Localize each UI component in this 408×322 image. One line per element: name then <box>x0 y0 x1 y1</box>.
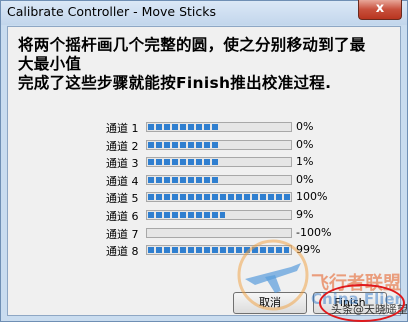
channel-progress-bar <box>146 192 292 202</box>
channel-progress-fill <box>148 159 219 165</box>
calibrate-window: Calibrate Controller - Move Sticks x 将两个… <box>0 0 408 322</box>
channel-row: 通道 6 9% <box>8 208 400 224</box>
channel-row: 通道 8 99% <box>8 243 400 259</box>
channel-row: 通道 4 0% <box>8 173 400 189</box>
channel-row: 通道 5 100% <box>8 190 400 206</box>
channel-percent: 100% <box>296 190 328 203</box>
channel-progress-bar <box>146 122 292 132</box>
title-bar[interactable]: Calibrate Controller - Move Sticks x <box>1 0 407 25</box>
close-icon: x <box>375 1 385 16</box>
channel-progress-bar <box>146 140 292 150</box>
channel-row: 通道 3 1% <box>8 155 400 171</box>
finish-highlight-circle <box>319 284 405 322</box>
channel-progress-bar <box>146 157 292 167</box>
watermark-plane-logo-icon <box>237 239 309 311</box>
channel-percent: 0% <box>296 138 314 151</box>
channel-progress-bar <box>146 175 292 185</box>
channel-progress-fill <box>148 177 218 183</box>
channel-progress-fill <box>148 124 218 130</box>
channel-progress-bar <box>146 210 292 220</box>
channel-percent: 1% <box>296 155 314 168</box>
channel-percent: 9% <box>296 208 314 221</box>
instruction-line-3: 完成了这些步骤就能按Finish推出校准过程. <box>18 74 332 92</box>
channel-progress-fill <box>148 142 218 148</box>
close-button[interactable]: x <box>358 0 402 20</box>
channel-percent: 0% <box>296 120 314 133</box>
channel-percent: 0% <box>296 173 314 186</box>
channel-row: 通道 2 0% <box>8 138 400 154</box>
channel-row: 通道 7 -100% <box>8 226 400 242</box>
channel-row: 通道 1 0% <box>8 120 400 136</box>
channel-progress-fill <box>148 212 225 218</box>
window-title: Calibrate Controller - Move Sticks <box>7 4 217 19</box>
channel-progress-fill <box>148 194 290 200</box>
